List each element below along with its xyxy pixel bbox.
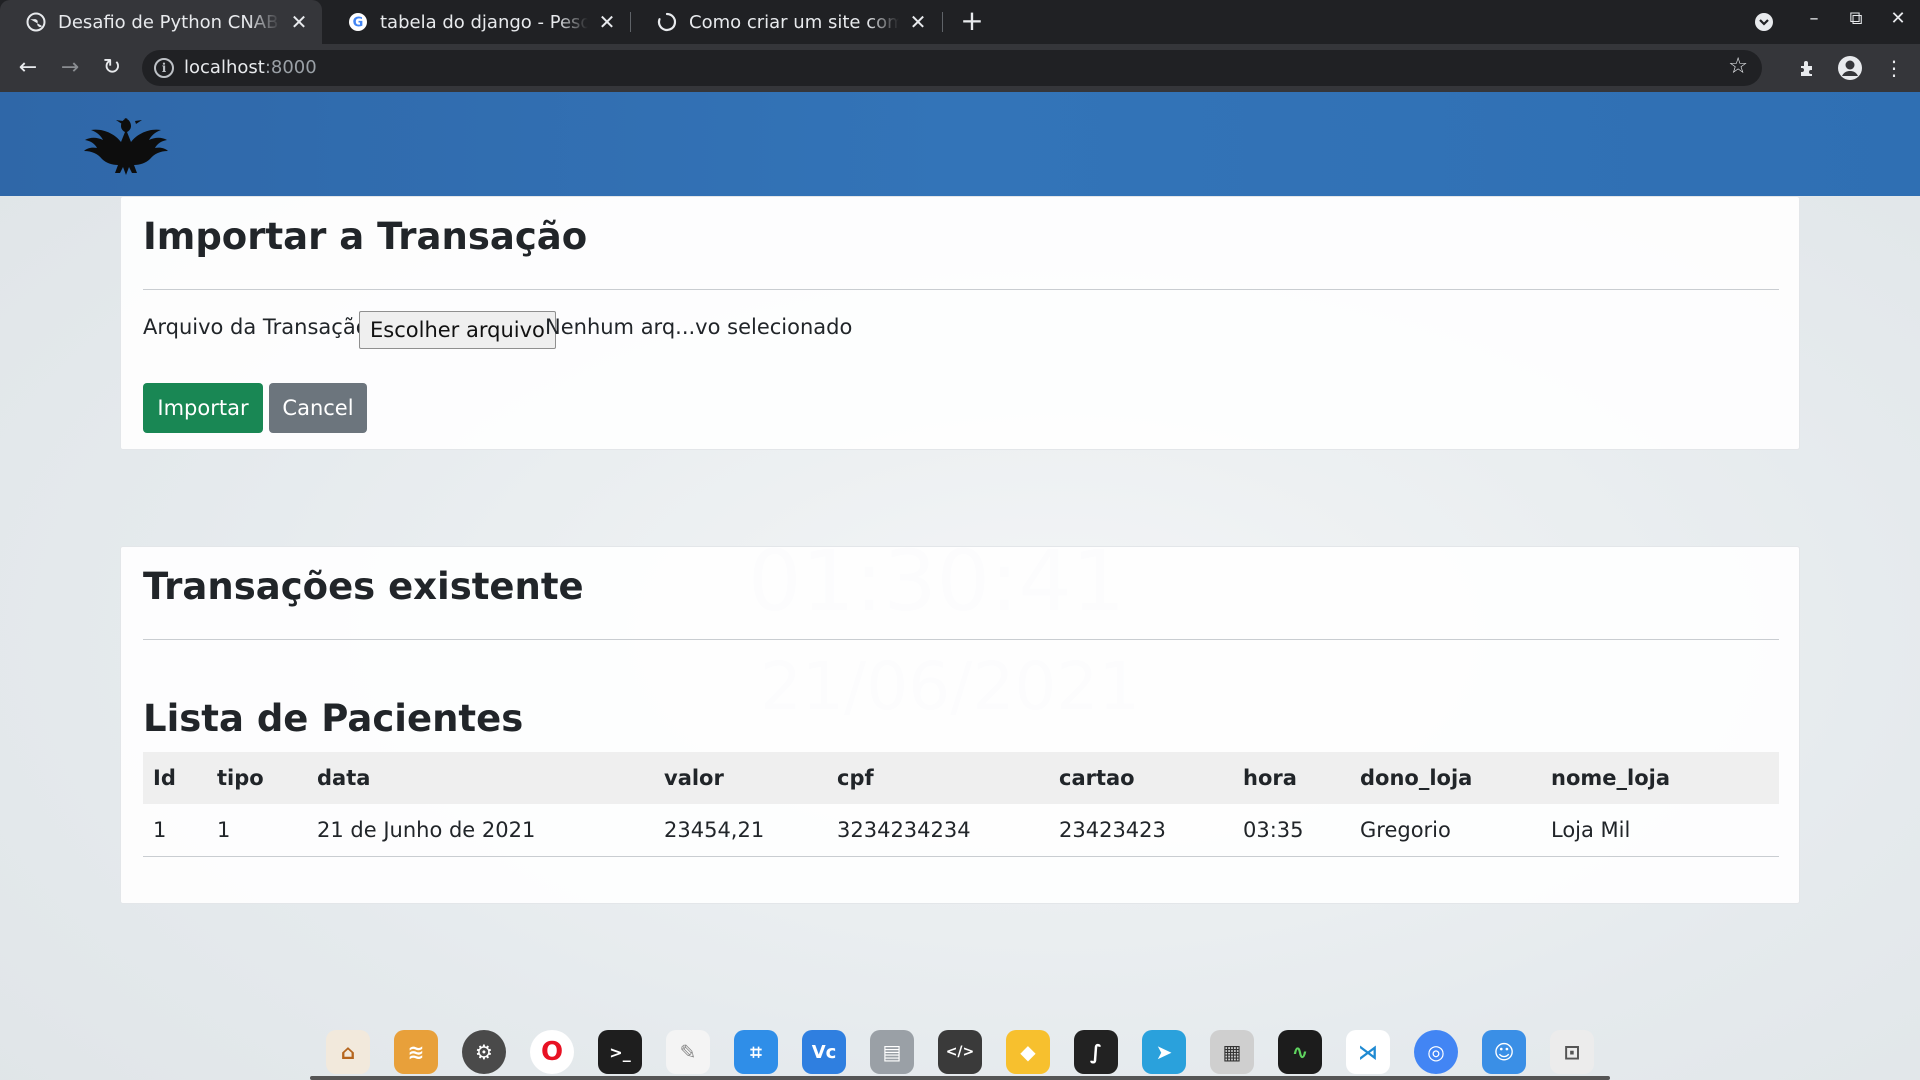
profile-avatar-icon[interactable] — [1836, 54, 1864, 82]
opera-browser-icon[interactable]: O — [530, 1030, 574, 1074]
cell-cpf: 3234234234 — [827, 804, 1049, 857]
vscode-icon[interactable]: ⋊ — [1346, 1030, 1390, 1074]
globe-icon — [26, 12, 46, 32]
tab-title: tabela do django - Pesquisa Google — [380, 11, 588, 33]
table-header-row: Id tipo data valor cpf cartao hora dono_… — [143, 752, 1779, 804]
bookmark-star-icon[interactable]: ☆ — [1728, 54, 1748, 79]
column-header: hora — [1243, 766, 1297, 790]
back-icon[interactable]: ← — [14, 54, 42, 82]
file-status: Nenhum arq...vo selecionado — [545, 315, 853, 339]
menu-kebab-icon[interactable]: ⋮ — [1880, 54, 1908, 82]
list-subtitle: Lista de Pacientes — [143, 697, 524, 740]
close-tab-icon[interactable]: ✕ — [907, 10, 929, 34]
column-header: Id — [153, 766, 176, 790]
minimize-icon[interactable]: – — [1800, 8, 1828, 36]
reload-icon[interactable]: ↻ — [98, 54, 126, 82]
choose-file-button[interactable]: Escolher arquivo — [359, 311, 556, 349]
disk-utility-icon[interactable]: ▤ — [870, 1030, 914, 1074]
chromium-browser-icon[interactable]: ◎ — [1414, 1030, 1458, 1074]
cell-data: 21 de Junho de 2021 — [307, 804, 654, 857]
sketch-diamond-icon[interactable]: ◆ — [1006, 1030, 1050, 1074]
column-header: data — [317, 766, 371, 790]
tab-separator — [942, 12, 943, 32]
tab-title: Como criar um site com formulário — [689, 11, 899, 33]
new-tab-icon[interactable]: + — [958, 7, 986, 36]
tab-tabela-django[interactable]: G tabela do django - Pesquisa Google ✕ — [322, 0, 630, 44]
import-title: Importar a Transação — [143, 215, 588, 258]
transactions-table: Id tipo data valor cpf cartao hora dono_… — [143, 752, 1779, 857]
cell-id: 1 — [143, 804, 207, 857]
column-header: tipo — [217, 766, 264, 790]
dock: ⌂ ≋ ⚙ O >_ ✎ ⌗ Vc ▤ </> ◆ ∫ ➤ ▦ ∿ ⋊ ◎ ☺ … — [0, 1022, 1920, 1080]
cell-dono-loja: Gregorio — [1350, 804, 1541, 857]
column-header: cpf — [837, 766, 874, 790]
terminal-icon[interactable]: >_ — [598, 1030, 642, 1074]
page-viewport: 01:30:41 21/06/2021 Importar a Transação… — [0, 92, 1920, 1080]
forward-icon[interactable]: → — [56, 54, 84, 82]
column-header: valor — [664, 766, 724, 790]
import-card: Importar a Transação Arquivo da Transaçã… — [120, 196, 1800, 450]
inkscape-icon[interactable]: ∫ — [1074, 1030, 1118, 1074]
transactions-card: Transações existente Lista de Pacientes … — [120, 546, 1800, 904]
home-folder-icon[interactable]: ⌂ — [326, 1030, 370, 1074]
cell-cartao: 23423423 — [1049, 804, 1233, 857]
cancel-button[interactable]: Cancel — [269, 383, 367, 433]
eagle-logo-icon — [84, 118, 168, 175]
tab-bar: Desafio de Python CNAB ✕ G tabela do dja… — [0, 0, 1920, 44]
screenshot-tool-icon[interactable]: ⊡ — [1550, 1030, 1594, 1074]
table-row: 1 1 21 de Junho de 2021 23454,21 3234234… — [143, 804, 1779, 857]
close-tab-icon[interactable]: ✕ — [596, 10, 618, 34]
tab-como-criar[interactable]: Como criar um site com formulário ✕ — [631, 0, 941, 44]
screen-capture-app-icon[interactable]: ⌗ — [734, 1030, 778, 1074]
svg-text:G: G — [353, 16, 364, 31]
close-window-icon[interactable]: ✕ — [1884, 8, 1912, 36]
extensions-icon[interactable] — [1794, 54, 1822, 82]
settings-gear-icon[interactable]: ⚙ — [462, 1030, 506, 1074]
virtualbox-icon[interactable]: Vc — [802, 1030, 846, 1074]
transactions-title: Transações existente — [143, 565, 584, 608]
code-editor-icon[interactable]: </> — [938, 1030, 982, 1074]
divider — [143, 639, 1779, 640]
column-header: cartao — [1059, 766, 1135, 790]
divider — [143, 289, 1779, 290]
site-header — [0, 92, 1920, 196]
loading-spinner-icon — [657, 12, 677, 32]
cell-tipo: 1 — [207, 804, 307, 857]
address-bar[interactable]: i localhost:8000 ☆ — [142, 50, 1762, 86]
cell-valor: 23454,21 — [654, 804, 827, 857]
text-editor-icon[interactable]: ✎ — [666, 1030, 710, 1074]
restore-icon[interactable]: ⧉ — [1842, 8, 1870, 36]
import-button[interactable]: Importar — [143, 383, 263, 433]
layers-app-icon[interactable]: ≋ — [394, 1030, 438, 1074]
browser-toolbar: ← → ↻ i localhost:8000 ☆ ⋮ — [0, 44, 1920, 92]
system-monitor-icon[interactable]: ∿ — [1278, 1030, 1322, 1074]
tab-title: Desafio de Python CNAB — [58, 11, 279, 33]
telegram-icon[interactable]: ➤ — [1142, 1030, 1186, 1074]
column-header: dono_loja — [1360, 766, 1473, 790]
tab-desafio[interactable]: Desafio de Python CNAB ✕ — [0, 0, 322, 44]
close-tab-icon[interactable]: ✕ — [288, 10, 310, 34]
url-text: localhost:8000 — [184, 57, 317, 78]
dock-shelf — [310, 1076, 1610, 1080]
column-header: nome_loja — [1551, 766, 1670, 790]
finder-icon[interactable]: ☺ — [1482, 1030, 1526, 1074]
cell-nome-loja: Loja Mil — [1541, 804, 1779, 857]
site-info-icon[interactable]: i — [154, 58, 174, 78]
cell-hora: 03:35 — [1233, 804, 1350, 857]
calculator-icon[interactable]: ▦ — [1210, 1030, 1254, 1074]
tab-search-icon[interactable] — [1750, 8, 1778, 36]
file-label: Arquivo da Transação: — [143, 315, 376, 339]
google-icon: G — [348, 12, 368, 32]
